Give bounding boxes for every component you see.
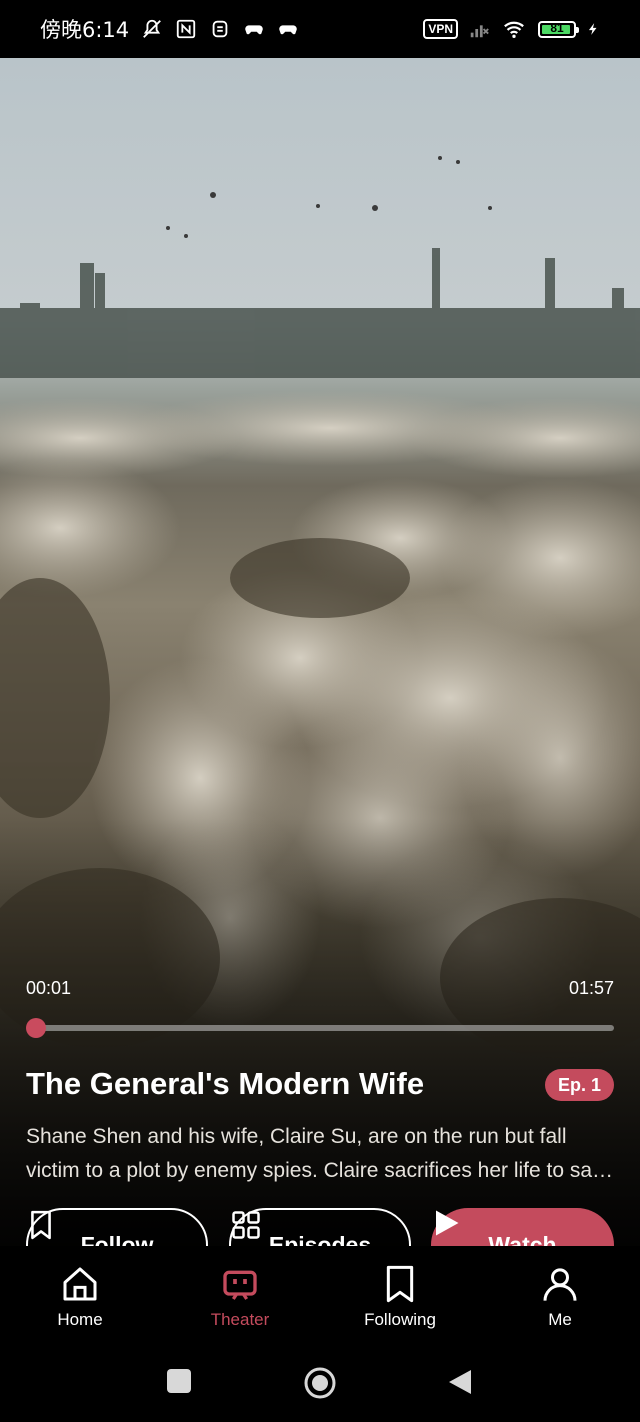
watch-button[interactable]: Watch bbox=[431, 1208, 614, 1246]
episodes-button[interactable]: Episodes bbox=[229, 1208, 411, 1246]
progress-bar[interactable] bbox=[25, 1018, 614, 1038]
nav-theater[interactable]: Theater bbox=[160, 1264, 320, 1330]
nav-me-label: Me bbox=[548, 1310, 572, 1329]
signal-icon bbox=[470, 25, 489, 38]
play-icon bbox=[436, 1210, 459, 1236]
bottom-nav: Home Theater Following Me bbox=[0, 1246, 640, 1346]
nav-me[interactable]: Me bbox=[480, 1264, 640, 1330]
follow-button[interactable]: Follow bbox=[26, 1208, 208, 1246]
follow-label: Follow bbox=[80, 1231, 154, 1247]
show-title: The General's Modern Wife bbox=[26, 1066, 425, 1101]
current-time: 00:01 bbox=[26, 978, 72, 998]
progress-thumb[interactable] bbox=[25, 1018, 46, 1038]
gamepad-icon bbox=[245, 25, 263, 35]
nav-home[interactable]: Home bbox=[0, 1264, 160, 1330]
home-icon bbox=[63, 1267, 97, 1301]
gamepad-icon bbox=[279, 25, 297, 35]
home-circle-icon[interactable] bbox=[303, 1366, 337, 1400]
episode-badge: Ep. 1 bbox=[544, 1069, 614, 1101]
watch-label: Watch bbox=[488, 1231, 557, 1247]
nav-following[interactable]: Following bbox=[320, 1264, 480, 1330]
nav-theater-label: Theater bbox=[210, 1310, 270, 1329]
nfc-icon bbox=[177, 19, 196, 39]
grid-icon bbox=[232, 1211, 260, 1239]
bookmark-icon bbox=[386, 1265, 414, 1303]
nav-following-label: Following bbox=[364, 1310, 436, 1329]
total-time: 01:57 bbox=[568, 978, 614, 998]
status-left: 傍晚6:14 bbox=[40, 0, 299, 58]
battery-level: 81 bbox=[550, 20, 564, 35]
nav-home-label: Home bbox=[57, 1310, 103, 1329]
vpn-badge: VPN bbox=[423, 19, 458, 39]
bookmark-icon bbox=[31, 1210, 51, 1240]
status-bar: 傍晚6:14 VPN 81 bbox=[0, 0, 640, 58]
wifi-icon bbox=[504, 21, 524, 38]
app-icon bbox=[212, 20, 228, 38]
battery-indicator: 81 bbox=[538, 20, 579, 38]
status-time: 傍晚6:14 bbox=[40, 18, 130, 42]
theater-icon bbox=[223, 1270, 257, 1300]
mute-icon bbox=[143, 19, 162, 38]
show-description[interactable]: Shane Shen and his wife, Claire Su, are … bbox=[26, 1120, 616, 1188]
recents-icon[interactable] bbox=[166, 1368, 192, 1394]
back-icon[interactable] bbox=[447, 1368, 473, 1396]
system-nav-bar bbox=[0, 1346, 640, 1422]
person-icon bbox=[543, 1268, 577, 1301]
charging-icon bbox=[588, 23, 597, 35]
episodes-label: Episodes bbox=[268, 1231, 372, 1247]
video-player[interactable]: 00:01 01:57 The General's Modern Wife Ep… bbox=[0, 58, 640, 1246]
action-buttons: Follow Episodes Watch bbox=[26, 1208, 614, 1246]
status-right: VPN 81 bbox=[423, 0, 600, 58]
